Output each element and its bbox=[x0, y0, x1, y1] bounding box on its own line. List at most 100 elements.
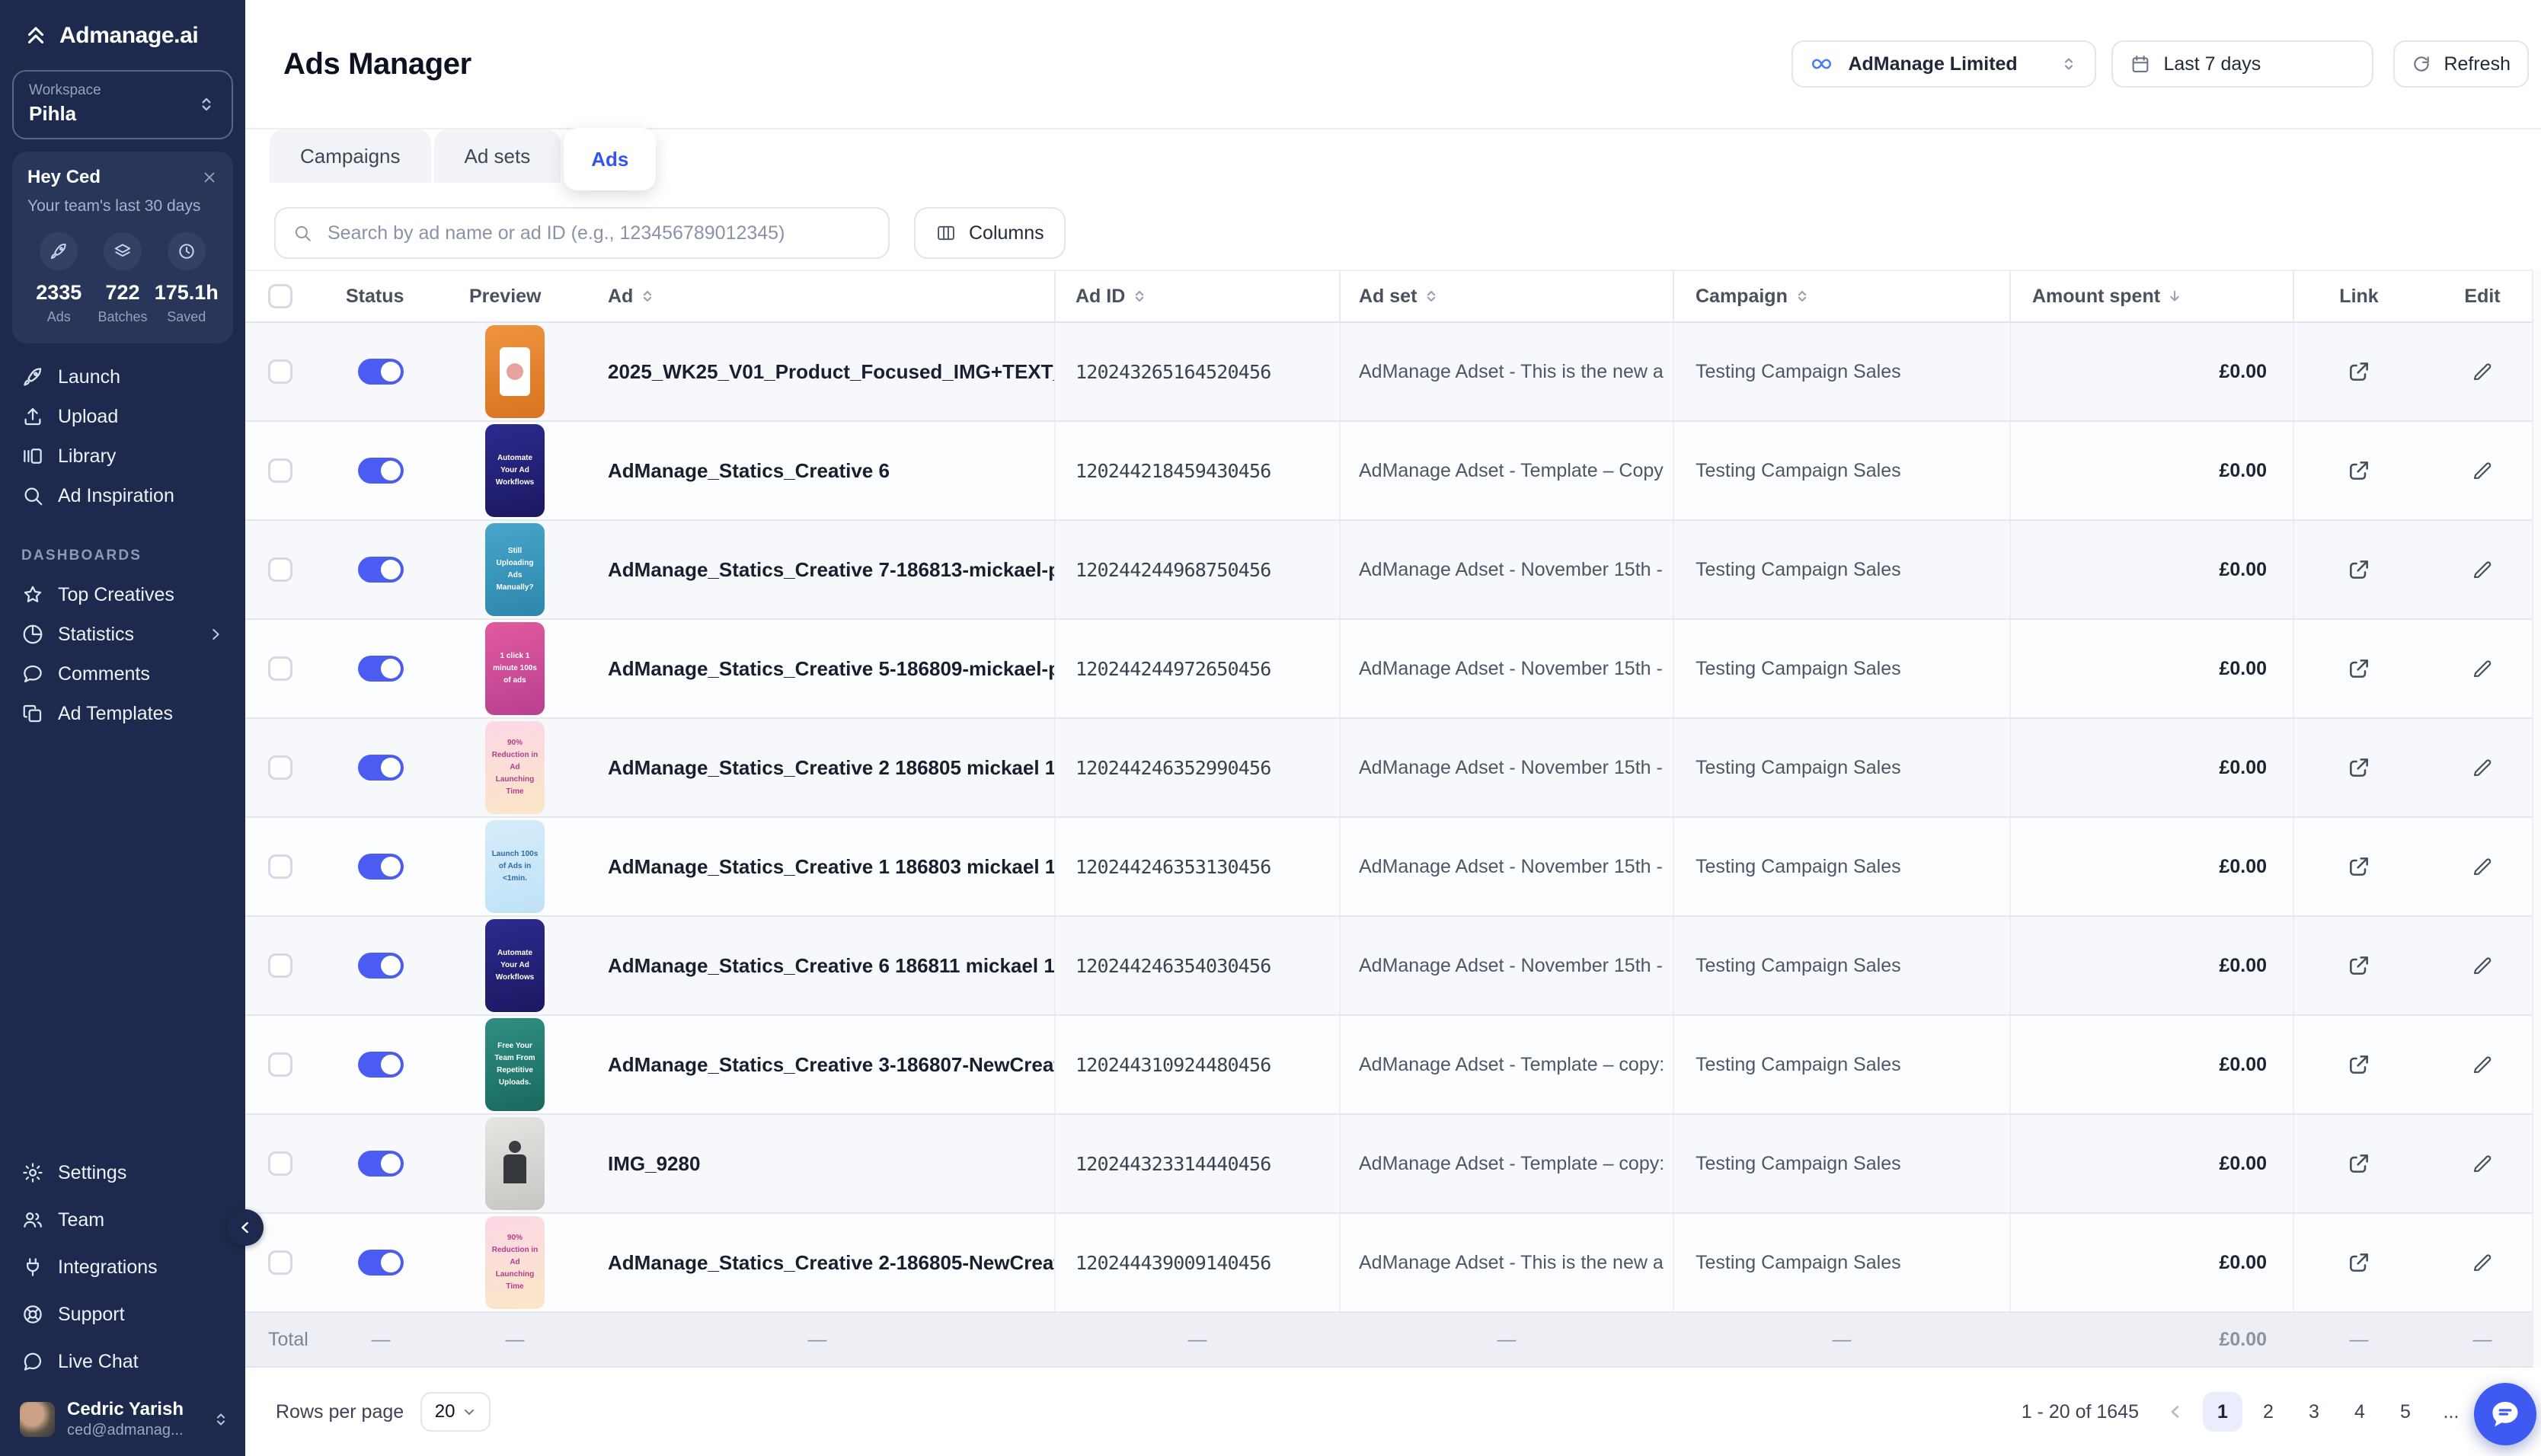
rows-per-page-select[interactable]: 20 bbox=[420, 1392, 491, 1432]
workspace-selector[interactable]: Workspace Pihla bbox=[12, 70, 233, 139]
edit-pencil-icon[interactable] bbox=[2471, 558, 2494, 581]
page-button-5[interactable]: 5 bbox=[2386, 1392, 2425, 1432]
status-toggle[interactable] bbox=[358, 1052, 404, 1078]
row-checkbox[interactable] bbox=[268, 458, 292, 483]
external-link-icon[interactable] bbox=[2347, 359, 2371, 384]
column-header-preview[interactable]: Preview bbox=[449, 271, 580, 321]
status-toggle[interactable] bbox=[358, 755, 404, 781]
ad-name[interactable]: AdManage_Statics_Creative 1 186803 micka… bbox=[580, 818, 1054, 915]
status-toggle[interactable] bbox=[358, 854, 404, 880]
ad-name[interactable]: AdManage_Statics_Creative 2 186805 micka… bbox=[580, 719, 1054, 816]
page-button-3[interactable]: 3 bbox=[2294, 1392, 2334, 1432]
row-checkbox[interactable] bbox=[268, 1250, 292, 1275]
ad-name[interactable]: AdManage_Statics_Creative 6 186811 micka… bbox=[580, 917, 1054, 1014]
row-checkbox[interactable] bbox=[268, 359, 292, 384]
page-button-4[interactable]: 4 bbox=[2340, 1392, 2380, 1432]
ad-name[interactable]: AdManage_Statics_Creative 6 bbox=[580, 422, 1054, 519]
external-link-icon[interactable] bbox=[2347, 656, 2371, 681]
column-header-amount-spent[interactable]: Amount spent bbox=[2009, 271, 2293, 321]
column-header-link[interactable]: Link bbox=[2293, 271, 2424, 321]
ad-name[interactable]: AdManage_Statics_Creative 5-186809-micka… bbox=[580, 620, 1054, 717]
sidebar-item-live-chat[interactable]: Live Chat bbox=[0, 1338, 245, 1385]
column-header-campaign[interactable]: Campaign bbox=[1673, 271, 2009, 321]
close-icon[interactable] bbox=[201, 169, 218, 186]
sidebar-item-top-creatives[interactable]: Top Creatives bbox=[0, 575, 245, 615]
status-toggle[interactable] bbox=[358, 953, 404, 979]
ad-name[interactable]: AdManage_Statics_Creative 7-186813-micka… bbox=[580, 521, 1054, 618]
sidebar-item-upload[interactable]: Upload bbox=[0, 397, 245, 436]
column-header-ad-set[interactable]: Ad set bbox=[1339, 271, 1673, 321]
sidebar-item-ad-inspiration[interactable]: Ad Inspiration bbox=[0, 476, 245, 516]
column-header-ad[interactable]: Ad bbox=[580, 271, 1054, 321]
status-toggle[interactable] bbox=[358, 1250, 404, 1276]
table-scrollbar[interactable] bbox=[2532, 270, 2541, 1368]
date-range-selector[interactable]: Last 7 days bbox=[2111, 40, 2373, 88]
external-link-icon[interactable] bbox=[2347, 557, 2371, 582]
ad-preview-thumbnail[interactable]: Still Uploading Ads Manually? bbox=[485, 523, 545, 616]
ad-account-selector[interactable]: AdManage Limited bbox=[1791, 40, 2096, 88]
refresh-button[interactable]: Refresh bbox=[2393, 40, 2529, 88]
external-link-icon[interactable] bbox=[2347, 1052, 2371, 1077]
tab-ad-sets[interactable]: Ad sets bbox=[434, 129, 561, 183]
live-chat-fab[interactable] bbox=[2474, 1383, 2536, 1445]
row-checkbox[interactable] bbox=[268, 755, 292, 780]
ad-name[interactable]: AdManage_Statics_Creative 3-186807-NewCr… bbox=[580, 1016, 1054, 1113]
page-button-ellipsis[interactable]: ... bbox=[2431, 1392, 2471, 1432]
status-toggle[interactable] bbox=[358, 557, 404, 583]
edit-pencil-icon[interactable] bbox=[2471, 1053, 2494, 1076]
status-toggle[interactable] bbox=[358, 458, 404, 484]
ad-preview-thumbnail[interactable] bbox=[485, 325, 545, 418]
edit-pencil-icon[interactable] bbox=[2471, 954, 2494, 977]
sidebar-item-library[interactable]: Library bbox=[0, 436, 245, 476]
status-toggle[interactable] bbox=[358, 656, 404, 682]
row-checkbox[interactable] bbox=[268, 1052, 292, 1077]
row-checkbox[interactable] bbox=[268, 1151, 292, 1176]
external-link-icon[interactable] bbox=[2347, 458, 2371, 483]
ad-preview-thumbnail[interactable]: Automate Your Ad Workflows bbox=[485, 424, 545, 517]
column-header-status[interactable]: Status bbox=[312, 271, 449, 321]
column-header-edit[interactable]: Edit bbox=[2424, 271, 2541, 321]
status-toggle[interactable] bbox=[358, 1151, 404, 1177]
external-link-icon[interactable] bbox=[2347, 953, 2371, 978]
ad-name[interactable]: 2025_WK25_V01_Product_Focused_IMG+TEXT_C bbox=[580, 323, 1054, 420]
sidebar-item-support[interactable]: Support bbox=[0, 1291, 245, 1338]
tab-ads[interactable]: Ads bbox=[564, 128, 656, 190]
sidebar-item-settings[interactable]: Settings bbox=[0, 1149, 245, 1196]
sidebar-item-ad-templates[interactable]: Ad Templates bbox=[0, 694, 245, 733]
column-header-ad-id[interactable]: Ad ID bbox=[1054, 271, 1339, 321]
row-checkbox[interactable] bbox=[268, 557, 292, 582]
sidebar-collapse-button[interactable] bbox=[227, 1209, 264, 1246]
sidebar-item-comments[interactable]: Comments bbox=[0, 654, 245, 694]
external-link-icon[interactable] bbox=[2347, 854, 2371, 879]
edit-pencil-icon[interactable] bbox=[2471, 657, 2494, 680]
edit-pencil-icon[interactable] bbox=[2471, 1251, 2494, 1274]
edit-pencil-icon[interactable] bbox=[2471, 360, 2494, 383]
ad-preview-thumbnail[interactable] bbox=[485, 1117, 545, 1210]
external-link-icon[interactable] bbox=[2347, 1151, 2371, 1176]
columns-button[interactable]: Columns bbox=[914, 207, 1066, 259]
page-button-2[interactable]: 2 bbox=[2249, 1392, 2288, 1432]
ad-preview-thumbnail[interactable]: Launch 100s of Ads in <1min. bbox=[485, 820, 545, 913]
external-link-icon[interactable] bbox=[2347, 755, 2371, 780]
sidebar-item-statistics[interactable]: Statistics bbox=[0, 615, 245, 654]
row-checkbox[interactable] bbox=[268, 953, 292, 978]
search-input[interactable] bbox=[324, 221, 871, 246]
sidebar-item-team[interactable]: Team bbox=[0, 1196, 245, 1244]
tab-campaigns[interactable]: Campaigns bbox=[270, 129, 431, 183]
ad-preview-thumbnail[interactable]: 90% Reduction in Ad Launching Time bbox=[485, 721, 545, 814]
brand[interactable]: Admanage.ai bbox=[0, 0, 245, 49]
edit-pencil-icon[interactable] bbox=[2471, 1152, 2494, 1175]
external-link-icon[interactable] bbox=[2347, 1250, 2371, 1275]
row-checkbox[interactable] bbox=[268, 854, 292, 879]
status-toggle[interactable] bbox=[358, 359, 404, 385]
ad-preview-thumbnail[interactable]: Free Your Team From Repetitive Uploads. bbox=[485, 1018, 545, 1111]
edit-pencil-icon[interactable] bbox=[2471, 756, 2494, 779]
ad-name[interactable]: AdManage_Statics_Creative 2-186805-NewCr… bbox=[580, 1214, 1054, 1311]
page-button-1[interactable]: 1 bbox=[2203, 1392, 2242, 1432]
sidebar-item-integrations[interactable]: Integrations bbox=[0, 1244, 245, 1291]
edit-pencil-icon[interactable] bbox=[2471, 459, 2494, 482]
ad-preview-thumbnail[interactable]: 1 click 1 minute 100s of ads bbox=[485, 622, 545, 715]
select-all-checkbox[interactable] bbox=[268, 284, 292, 308]
user-menu[interactable]: Cedric Yarish ced@admanag... bbox=[0, 1385, 245, 1456]
ad-preview-thumbnail[interactable]: 90% Reduction in Ad Launching Time bbox=[485, 1216, 545, 1309]
